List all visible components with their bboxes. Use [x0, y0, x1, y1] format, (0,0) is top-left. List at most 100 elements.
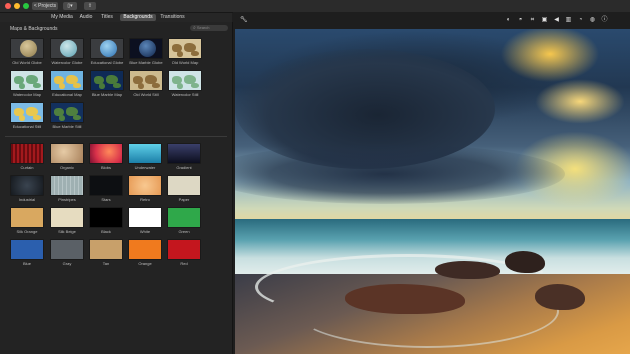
map-thumbnail	[168, 70, 202, 91]
map-thumbnail	[50, 38, 84, 59]
map-tile[interactable]: Blue Marble Map	[90, 70, 124, 97]
map-tile[interactable]: Educational Still	[10, 102, 44, 129]
map-thumbnail	[10, 102, 44, 123]
info-icon[interactable]: ⓘ	[601, 17, 608, 24]
background-tile[interactable]: Underwater	[128, 143, 162, 170]
background-tile[interactable]: Paper	[167, 175, 201, 202]
background-tile[interactable]: Retro	[128, 175, 162, 202]
background-thumbnail	[167, 175, 201, 196]
rock	[505, 251, 545, 273]
background-tile[interactable]: Pinstripes	[50, 175, 84, 202]
map-tile[interactable]: Watercolor Map	[10, 70, 44, 97]
background-tile[interactable]: Blobs	[89, 143, 123, 170]
background-thumbnail	[167, 239, 201, 260]
rock	[535, 284, 585, 310]
background-tile[interactable]: Silk Orange	[10, 207, 44, 234]
background-tile[interactable]: Organic	[50, 143, 84, 170]
map-landmass	[59, 83, 65, 89]
share-button[interactable]: ⇧	[84, 2, 96, 10]
background-thumbnail	[128, 239, 162, 260]
tab-audio[interactable]: Audio	[78, 14, 94, 21]
map-landmass	[191, 51, 199, 56]
clip-filter-icon[interactable]: ◍	[589, 17, 596, 24]
background-label: Retro	[140, 197, 150, 202]
color-correction-icon[interactable]: ◓	[517, 17, 524, 24]
background-label: Red	[180, 261, 188, 266]
map-label: Blue Marble Map	[91, 92, 123, 97]
background-label: Paper	[178, 197, 190, 202]
color-balance-icon[interactable]: ◐	[505, 17, 512, 24]
noise-reduction-icon[interactable]: ▥	[565, 17, 572, 24]
background-label: Gradient	[176, 165, 192, 170]
background-tile[interactable]: Curtain	[10, 143, 44, 170]
background-label: Silk Orange	[16, 229, 38, 234]
map-thumbnail	[129, 70, 163, 91]
map-landmass	[33, 115, 41, 120]
backgrounds-browser: Maps & Backgrounds ⌕Search Old World Glo…	[0, 22, 233, 354]
background-tile[interactable]: Gradient	[167, 143, 201, 170]
rock	[435, 261, 500, 279]
background-label: Industrial	[18, 197, 36, 202]
map-tile[interactable]: Educational Map	[50, 70, 84, 97]
section-title: Maps & Backgrounds	[10, 26, 58, 32]
stabilization-icon[interactable]: ▣	[541, 17, 548, 24]
map-tile[interactable]: Blue Marble Still	[50, 102, 84, 129]
background-tile[interactable]: Gray	[50, 239, 84, 266]
crop-icon[interactable]: ⌗	[529, 17, 536, 24]
background-tile[interactable]: Blue	[10, 239, 44, 266]
volume-icon[interactable]: ◀	[553, 17, 560, 24]
tab-titles[interactable]: Titles	[98, 14, 116, 21]
search-icon: ⌕	[193, 25, 196, 31]
background-tile[interactable]: Black	[89, 207, 123, 234]
map-tile[interactable]: Educational Globe	[90, 38, 124, 65]
background-label: White	[139, 229, 151, 234]
background-thumbnail	[167, 207, 201, 228]
background-label: Gray	[62, 261, 72, 266]
map-tile[interactable]: Old World Still	[129, 70, 163, 97]
wrench-icon[interactable]: 🔧︎	[240, 17, 248, 24]
background-tile[interactable]: Red	[167, 239, 201, 266]
background-tile[interactable]: Industrial	[10, 175, 44, 202]
background-label: Pinstripes	[58, 197, 76, 202]
background-tile[interactable]: White	[128, 207, 162, 234]
speed-icon[interactable]: ◔	[577, 17, 584, 24]
background-label: Tan	[102, 261, 110, 266]
minimize-window-button[interactable]	[14, 3, 20, 9]
tab-backgrounds[interactable]: Backgrounds	[120, 14, 156, 21]
viewer-preview[interactable]	[235, 29, 630, 354]
map-landmass	[191, 83, 199, 88]
map-landmass	[177, 83, 183, 89]
background-tile[interactable]: Green	[167, 207, 201, 234]
background-tile[interactable]: Orange	[128, 239, 162, 266]
background-thumbnail	[10, 175, 44, 196]
background-label: Green	[178, 229, 190, 234]
search-field[interactable]: ⌕Search	[190, 25, 228, 31]
tab-transitions[interactable]: Transitions	[159, 14, 186, 21]
tab-my-media[interactable]: My Media	[50, 14, 74, 21]
background-thumbnail	[167, 143, 201, 164]
map-thumbnail	[10, 70, 44, 91]
map-tile[interactable]: Blue Marble Globe	[129, 38, 163, 65]
background-thumbnail	[10, 239, 44, 260]
map-tile[interactable]: Old World Map	[168, 38, 202, 65]
globe-image	[60, 40, 77, 57]
map-label: Old World Map	[171, 60, 199, 65]
background-label: Curtain	[20, 165, 34, 170]
background-tile[interactable]: Stars	[89, 175, 123, 202]
map-tile[interactable]: Watercolor Still	[168, 70, 202, 97]
fullscreen-window-button[interactable]	[23, 3, 29, 9]
map-thumbnail	[10, 38, 44, 59]
background-tile[interactable]: Silk Beige	[50, 207, 84, 234]
map-tile[interactable]: Old World Globe	[10, 38, 44, 65]
import-media-button[interactable]: ▯▾	[63, 2, 77, 10]
background-tile[interactable]: Tan	[89, 239, 123, 266]
globe-image	[20, 40, 37, 57]
background-label: Stars	[101, 197, 111, 202]
map-tile[interactable]: Watercolor Globe	[50, 38, 84, 65]
projects-button[interactable]: < Projects	[32, 2, 58, 10]
background-thumbnail	[89, 143, 123, 164]
close-window-button[interactable]	[5, 3, 11, 9]
map-landmass	[33, 83, 41, 88]
background-thumbnail	[128, 175, 162, 196]
map-thumbnail	[90, 38, 124, 59]
